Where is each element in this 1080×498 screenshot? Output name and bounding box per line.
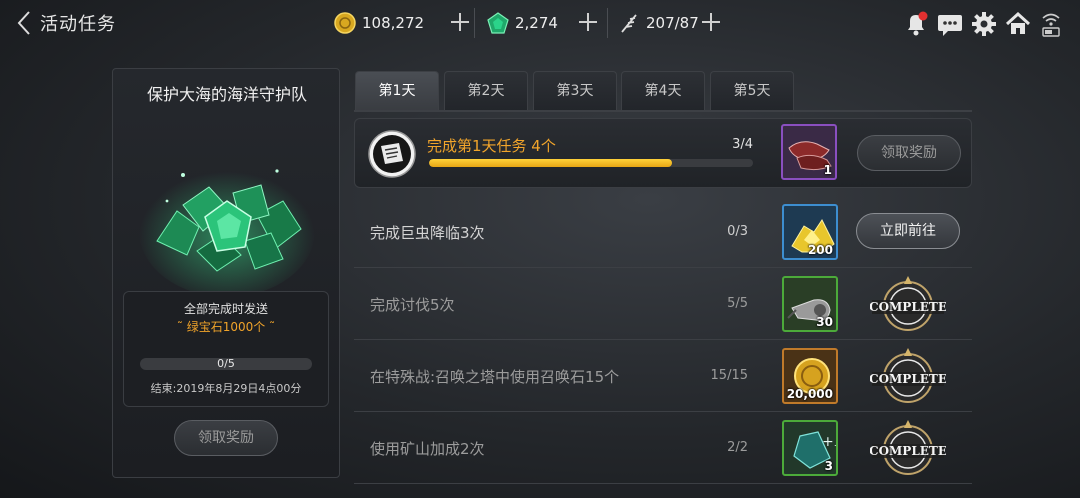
chevron-left-icon (17, 11, 30, 35)
reward-note: 全部完成时发送 (183, 302, 268, 316)
reward-item-slot[interactable]: 1 (781, 124, 837, 180)
complete-stamp-icon: COMPLETE (870, 276, 946, 331)
task-row: 使用矿山加成2次 2/2 +1 3 COMPLETE (354, 412, 972, 484)
chat-icon[interactable] (936, 10, 964, 38)
reward-item-slot[interactable]: +1 3 (782, 420, 838, 476)
emerald-counter: 2,274 (487, 10, 558, 36)
task-count: 0/3 (727, 224, 748, 239)
day-task-title: 完成第1天任务 4个 (427, 137, 556, 155)
add-emerald-button[interactable] (577, 11, 599, 33)
event-progress-text: 0/5 (217, 357, 235, 370)
tab-day-4[interactable]: 第4天 (621, 71, 705, 111)
gold-counter: 108,272 (334, 10, 424, 36)
completion-reward-box: 全部完成时发送 ˜ 绿宝石1000个 ˜ 0/5 结束:2019年8月29日4点… (123, 291, 329, 407)
gear-icon[interactable] (970, 10, 998, 38)
day-task-count: 3/4 (732, 137, 753, 152)
tab-day-1[interactable]: 第1天 (355, 71, 439, 111)
claim-event-reward-button[interactable]: 领取奖励 (174, 420, 278, 456)
back-button[interactable]: 活动任务 (16, 10, 116, 36)
reward-item-slot[interactable]: 200 (782, 204, 838, 260)
complete-stamp-icon: COMPLETE (870, 348, 946, 403)
svg-text:COMPLETE: COMPLETE (870, 372, 946, 386)
task-count: 15/15 (710, 368, 748, 383)
reward-qty: 200 (807, 243, 833, 257)
feather-icon (621, 14, 637, 33)
emerald-pile-icon (139, 165, 315, 297)
task-name: 完成讨伐5次 (370, 296, 455, 314)
task-row: 在特殊战:召唤之塔中使用召唤石15个 15/15 20,000 COMPLETE (354, 340, 972, 412)
progress-fill (429, 159, 672, 167)
claim-day-reward-button[interactable]: 领取奖励 (857, 135, 961, 171)
notification-bell-icon[interactable] (902, 10, 930, 38)
divider (607, 8, 608, 38)
reward-item: ˜ 绿宝石1000个 ˜ (176, 320, 276, 334)
svg-text:+1: +1 (822, 434, 838, 450)
svg-text:COMPLETE: COMPLETE (870, 444, 946, 458)
event-end-time: 结束:2019年8月29日4点00分 (150, 382, 302, 395)
add-stamina-button[interactable] (700, 11, 722, 33)
day-task-summary: 完成第1天任务 4个 3/4 1 领取奖励 (354, 118, 972, 188)
reward-qty: 1 (823, 163, 832, 177)
top-bar: 活动任务 108,272 2,274 207/87 (0, 0, 1080, 48)
stamina-counter: 207/87 (618, 10, 699, 36)
divider (474, 8, 475, 38)
event-title: 保护大海的海洋守护队 (146, 85, 307, 104)
tab-day-5[interactable]: 第5天 (710, 71, 794, 111)
emerald-icon (487, 12, 509, 34)
task-row: 完成巨虫降临3次 0/3 200 立即前往 (354, 196, 972, 268)
task-row: 完成讨伐5次 5/5 30 COMPLETE (354, 268, 972, 340)
task-name: 使用矿山加成2次 (370, 440, 485, 458)
tab-day-3[interactable]: 第3天 (533, 71, 617, 111)
reward-qty: 20,000 (786, 387, 833, 401)
add-gold-button[interactable] (449, 11, 471, 33)
quest-scroll-icon (368, 130, 416, 178)
event-reward-panel: 保护大海的海洋守护队 全部完成时发送 ˜ 绿宝石1000个 ˜ 0/5 结束:2… (112, 68, 340, 478)
tab-day-2[interactable]: 第2天 (444, 71, 528, 111)
reward-qty: 3 (824, 459, 833, 473)
reward-qty: 30 (816, 315, 833, 329)
reward-item-slot[interactable]: 20,000 (782, 348, 838, 404)
page-title: 活动任务 (40, 14, 116, 35)
reward-item-slot[interactable]: 30 (782, 276, 838, 332)
day-task-progress-bar (429, 159, 753, 167)
wifi-battery-icon (1042, 13, 1060, 37)
home-icon[interactable] (1004, 10, 1032, 38)
task-name: 在特殊战:召唤之塔中使用召唤石15个 (370, 368, 620, 386)
task-name: 完成巨虫降临3次 (370, 224, 485, 242)
tab-underline (354, 110, 972, 112)
task-count: 2/2 (727, 440, 748, 455)
go-now-button[interactable]: 立即前往 (856, 213, 960, 249)
complete-stamp-icon: COMPLETE (870, 420, 946, 475)
svg-text:COMPLETE: COMPLETE (870, 300, 946, 314)
gold-coin-icon (334, 12, 356, 34)
task-count: 5/5 (727, 296, 748, 311)
